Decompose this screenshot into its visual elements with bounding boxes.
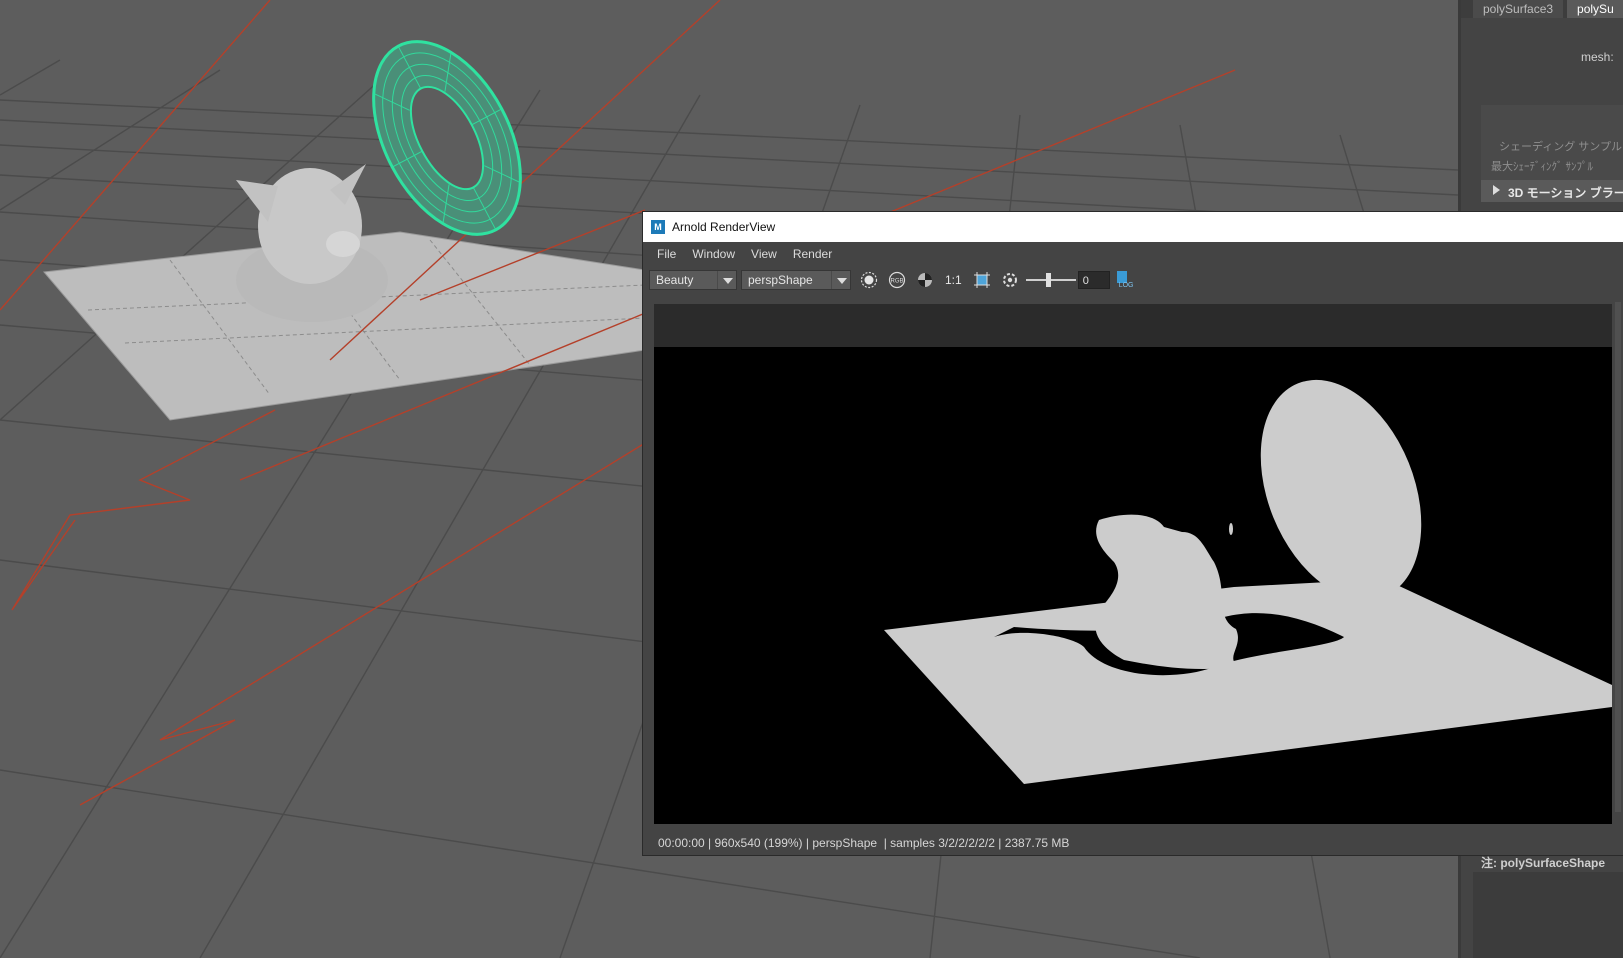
- menu-view[interactable]: View: [743, 247, 785, 261]
- arnold-renderview-window: M Arnold RenderView File Window View Ren…: [642, 211, 1623, 856]
- exposure-input[interactable]: 0: [1077, 271, 1110, 289]
- canvas-scrollbar[interactable]: [1615, 302, 1621, 812]
- region-crop-icon[interactable]: [972, 270, 992, 290]
- menu-bar: File Window View Render: [643, 242, 1623, 266]
- chevron-down-icon: [831, 271, 850, 289]
- exposure-icon[interactable]: [1000, 270, 1020, 290]
- aov-dropdown-value: Beauty: [656, 273, 694, 287]
- menu-render[interactable]: Render: [785, 247, 840, 261]
- menu-window[interactable]: Window: [684, 247, 743, 261]
- rendered-mask-image: [654, 347, 1612, 824]
- render-status-bar: 00:00:00 | 960x540 (199%) | perspShape |…: [643, 831, 1623, 855]
- tab-polysurface-shape[interactable]: polySu: [1567, 0, 1623, 18]
- rgb-channel-icon[interactable]: RGB: [887, 270, 907, 290]
- aov-dropdown[interactable]: Beauty: [649, 270, 737, 290]
- section-3d-motion-blur[interactable]: 3D モーション ブラー: [1481, 180, 1623, 202]
- expand-triangle-icon: [1493, 185, 1500, 195]
- render-toolbar: Beauty perspShape RGB 1:1 0 LOG: [643, 266, 1623, 295]
- alpha-channel-icon[interactable]: [915, 270, 935, 290]
- exposure-slider[interactable]: [1025, 270, 1076, 290]
- log-file-icon[interactable]: LOG: [1116, 270, 1133, 290]
- window-titlebar[interactable]: M Arnold RenderView: [643, 212, 1623, 242]
- mesh-label: mesh:: [1581, 50, 1614, 64]
- menu-file[interactable]: File: [649, 247, 684, 261]
- attribute-tabs: polySurface3 polySu: [1461, 0, 1623, 18]
- slider-thumb[interactable]: [1045, 273, 1051, 287]
- camera-dropdown[interactable]: perspShape: [741, 270, 851, 290]
- camera-dropdown-value: perspShape: [748, 273, 813, 287]
- note-label: 注: polySurfaceShape: [1481, 856, 1606, 870]
- maya-logo-icon: M: [651, 220, 665, 234]
- tab-polysurface3[interactable]: polySurface3: [1473, 0, 1564, 18]
- max-shading-samples-label: 最大ｼｪｰﾃﾞｨﾝｸﾞ ｻﾝﾌﾟﾙ: [1491, 161, 1594, 173]
- chevron-down-icon: [717, 271, 736, 289]
- notes-area[interactable]: [1473, 872, 1623, 958]
- zoom-1-to-1-button[interactable]: 1:1: [945, 273, 962, 287]
- window-title: Arnold RenderView: [672, 220, 776, 234]
- render-start-icon[interactable]: [859, 270, 879, 290]
- render-canvas-area: [643, 294, 1623, 824]
- canvas-letterbox: [654, 304, 1612, 347]
- rgb-label: RGB: [890, 279, 903, 285]
- render-image[interactable]: [654, 347, 1612, 824]
- shading-samples-label: シェーディング サンプル: [1499, 141, 1622, 153]
